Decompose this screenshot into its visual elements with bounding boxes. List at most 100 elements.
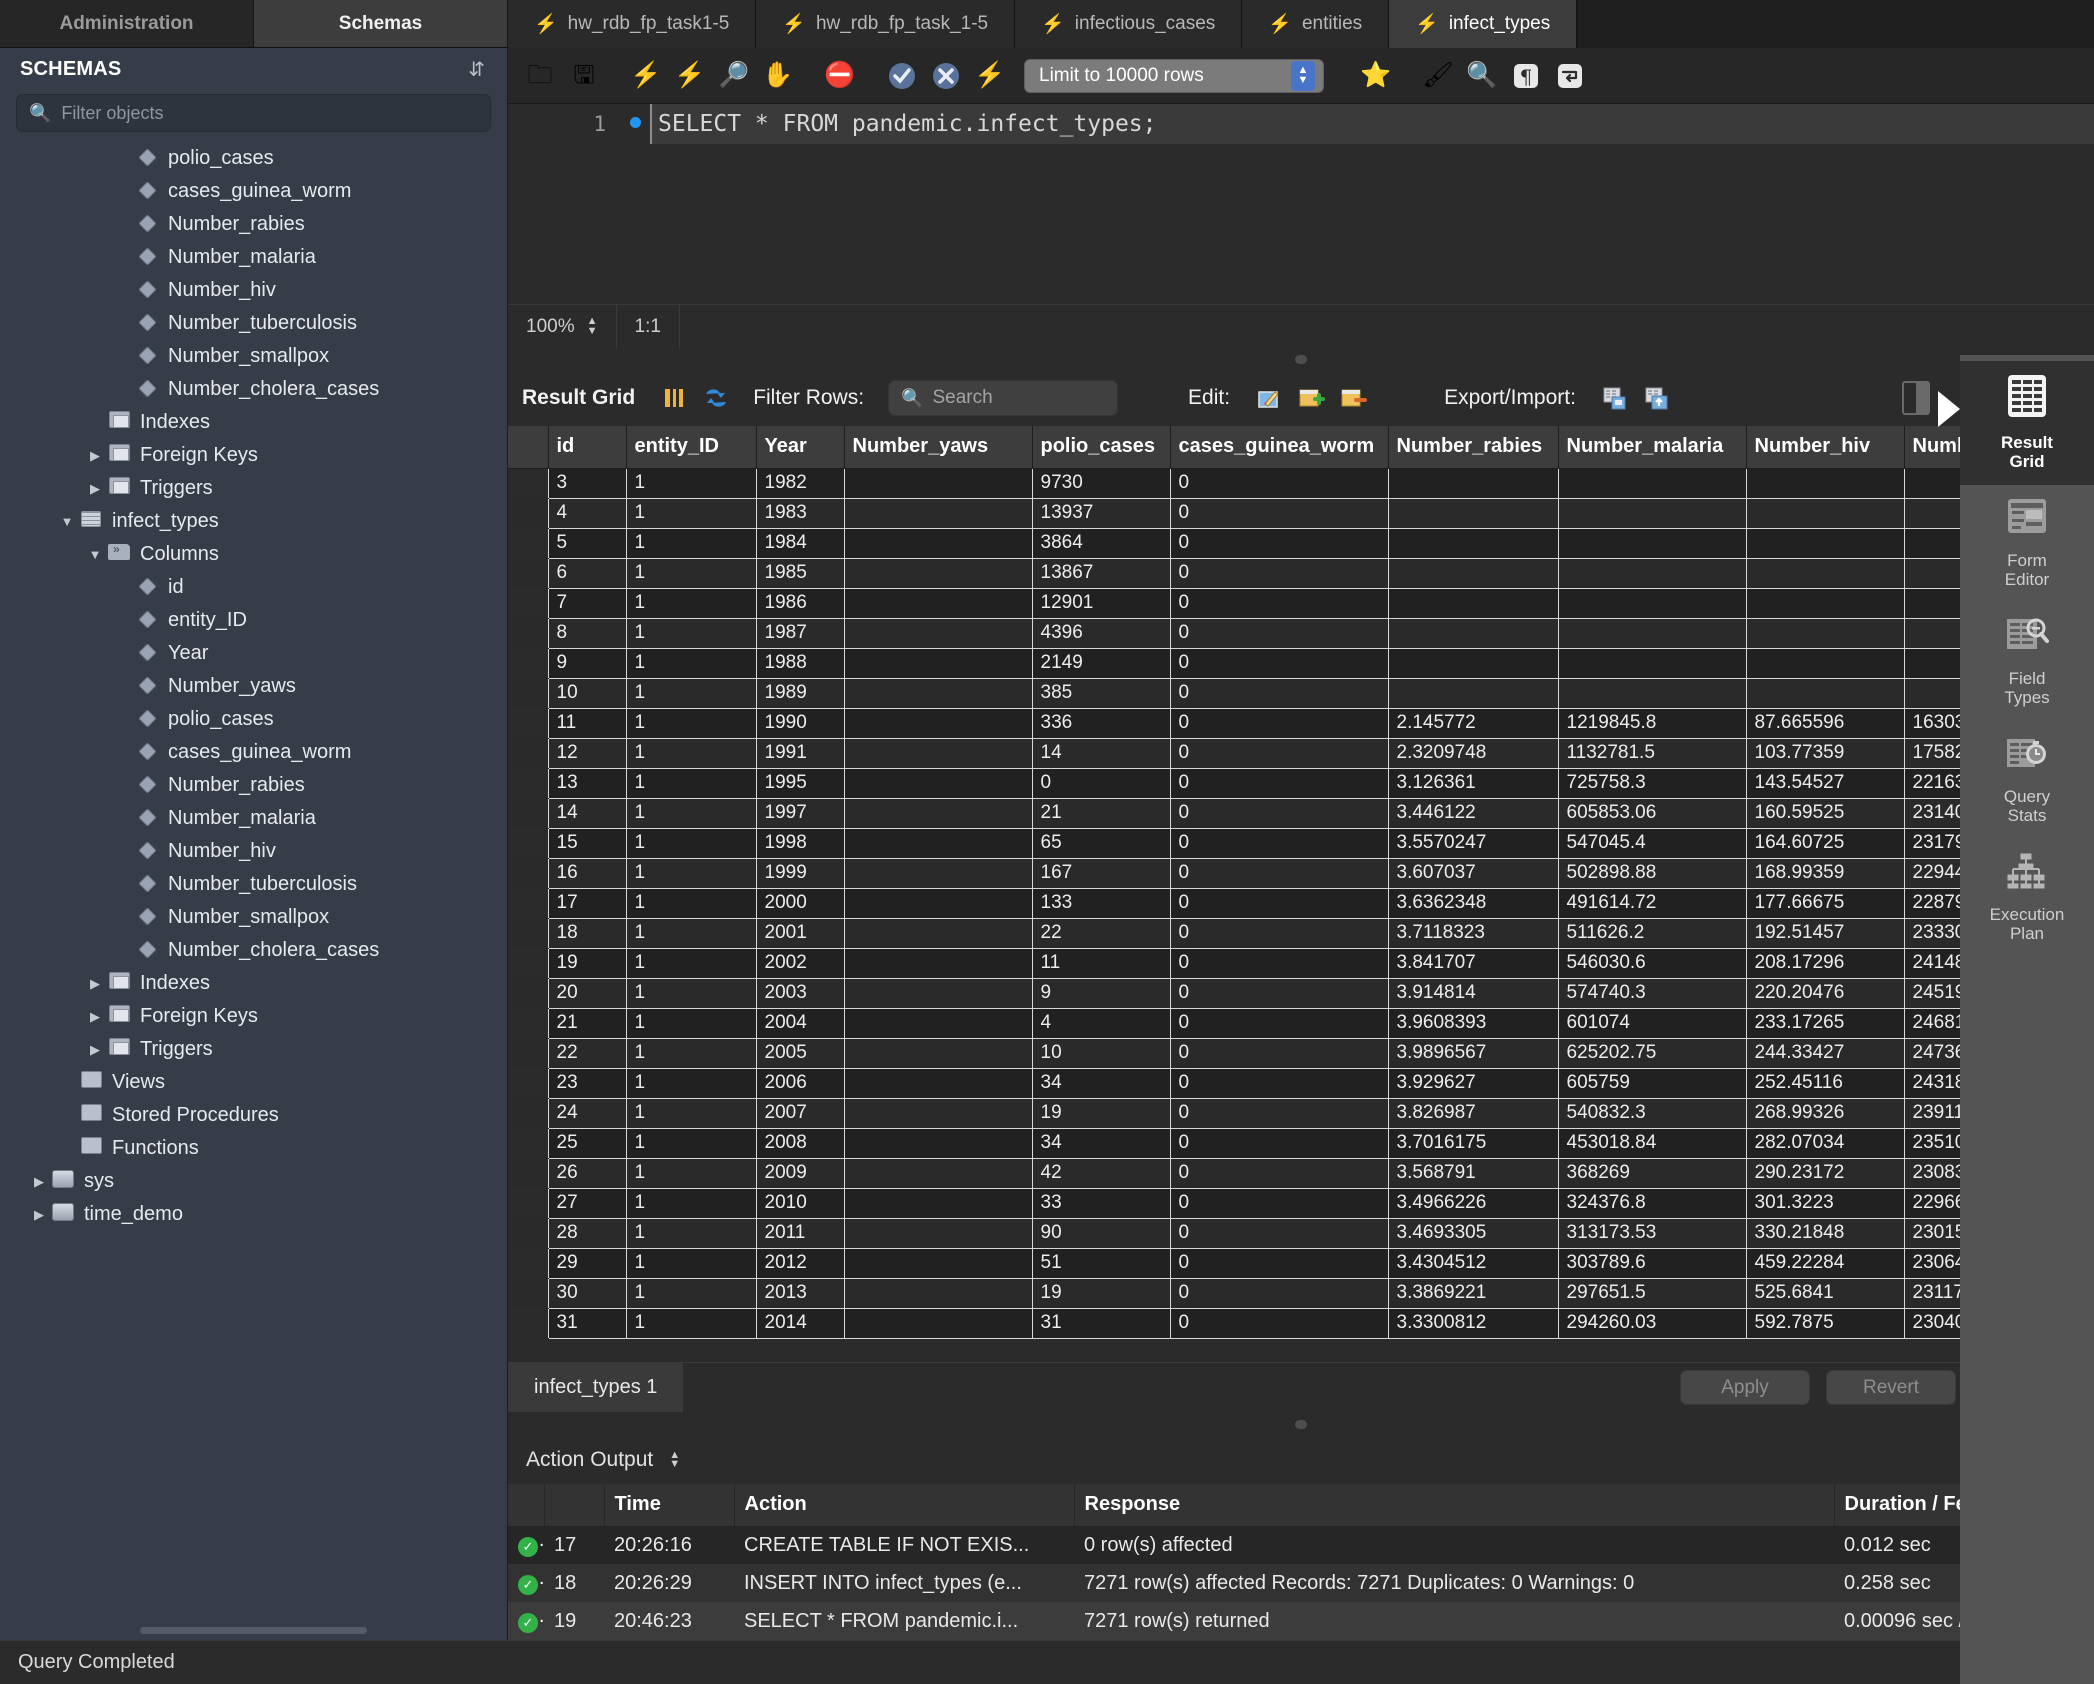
grid-cell[interactable] [1746,558,1904,588]
table-row[interactable]: 161199916703.607037502898.88168.99359229… [508,858,2054,888]
grid-cell[interactable]: 294260.03 [1558,1308,1746,1338]
grid-cell[interactable] [844,1098,1032,1128]
grid-cell[interactable] [844,1308,1032,1338]
row-selector-cell[interactable] [508,888,548,918]
row-selector-cell[interactable] [508,678,548,708]
row-selector-cell[interactable] [508,558,548,588]
grid-cell[interactable]: 1997 [756,798,844,828]
grid-cell[interactable]: 1989 [756,678,844,708]
grid-cell[interactable] [844,1188,1032,1218]
beautify-query-icon[interactable]: 🖌 [1416,54,1460,98]
twisty-icon[interactable]: ▶ [84,1009,106,1025]
grid-cell[interactable]: 2012 [756,1248,844,1278]
grid-cell[interactable]: 0 [1170,978,1388,1008]
grid-cell[interactable] [1558,528,1746,558]
grid-cell[interactable]: 2005 [756,1038,844,1068]
editor-tab-1[interactable]: ⚡ hw_rdb_fp_task_1-5 [756,0,1015,48]
table-row[interactable]: 24120071903.826987540832.3268.9932623911… [508,1098,2054,1128]
table-row[interactable]: 14119972103.446122605853.06160.595252314… [508,798,2054,828]
grid-cell[interactable]: 164.60725 [1746,828,1904,858]
grid-cell[interactable] [844,1158,1032,1188]
grid-cell[interactable]: 1 [626,1308,756,1338]
table-row[interactable]: 81198743960 [508,618,2054,648]
grid-cell[interactable]: 65 [1032,828,1170,858]
grid-cell[interactable]: 2149 [1032,648,1170,678]
grid-cell[interactable]: 22 [548,1038,626,1068]
grid-cell[interactable]: 8 [548,618,626,648]
grid-cell[interactable]: 24148.05 [1904,948,2054,978]
grid-cell[interactable]: 0 [1170,528,1388,558]
row-selector-cell[interactable] [508,1278,548,1308]
grid-cell[interactable]: 0 [1170,888,1388,918]
table-row[interactable]: 711986129010 [508,588,2054,618]
grid-cell[interactable]: 0 [1170,1068,1388,1098]
grid-cell[interactable] [844,1068,1032,1098]
grid-cell[interactable]: 23 [548,1068,626,1098]
tree-item-number-yaws[interactable]: Number_yaws [0,670,507,703]
action-output-filter-stepper-icon[interactable]: ▲▼ [669,1451,680,1470]
grid-cell[interactable]: 0 [1170,738,1388,768]
row-selector-cell[interactable] [508,1158,548,1188]
save-sql-script-icon[interactable]: 🖫 [562,54,606,98]
zoom-stepper-icon[interactable]: ▲▼ [587,317,598,336]
editor-tab-2[interactable]: ⚡ infectious_cases [1015,0,1242,48]
row-selector-cell[interactable] [508,858,548,888]
row-selector-cell[interactable] [508,918,548,948]
grid-cell[interactable]: 1 [626,1158,756,1188]
grid-cell[interactable] [844,1218,1032,1248]
tree-item-foreign-keys[interactable]: ▶Foreign Keys [0,439,507,472]
grid-cell[interactable]: 453018.84 [1558,1128,1746,1158]
grid-cell[interactable] [1388,558,1558,588]
grid-cell[interactable]: 1 [626,588,756,618]
grid-cell[interactable]: 1 [626,948,756,978]
row-limit-select[interactable]: Limit to 10000 rows ▲▼ [1024,59,1324,93]
grid-cell[interactable]: 0 [1170,1248,1388,1278]
grid-cell[interactable]: 23330.46 [1904,918,2054,948]
grid-cell[interactable]: 1 [626,1128,756,1158]
grid-cell[interactable]: 28 [548,1218,626,1248]
grid-cell[interactable]: 23117.854 [1904,1278,2054,1308]
grid-cell[interactable]: 3.929627 [1388,1068,1558,1098]
grid-cell[interactable]: 23140.863 [1904,798,2054,828]
editor-tab-3[interactable]: ⚡ entities [1242,0,1389,48]
row-selector-cell[interactable] [508,588,548,618]
grid-cell[interactable]: 540832.3 [1558,1098,1746,1128]
grid-cell[interactable] [1388,618,1558,648]
grid-cell[interactable]: 491614.72 [1558,888,1746,918]
grid-cell[interactable]: 3.5570247 [1388,828,1558,858]
grid-cell[interactable]: 23015.777 [1904,1218,2054,1248]
grid-cell[interactable]: 21 [1032,798,1170,828]
grid-cell[interactable] [1558,468,1746,498]
grid-cell[interactable]: 30 [548,1278,626,1308]
stop-execution-icon[interactable]: ✋ [756,54,800,98]
column-header-id[interactable]: id [548,426,626,468]
grid-cell[interactable] [1746,498,1904,528]
row-selector-cell[interactable] [508,1308,548,1338]
grid-cell[interactable]: 4 [1032,1008,1170,1038]
grid-cell[interactable]: 1984 [756,528,844,558]
grid-cell[interactable]: 0 [1170,618,1388,648]
refresh-grid-icon[interactable] [695,378,737,418]
tree-item-time-demo[interactable]: ▶time_demo [0,1198,507,1231]
grid-cell[interactable]: 1991 [756,738,844,768]
grid-cell[interactable]: 192.51457 [1746,918,1904,948]
table-row[interactable]: 26120094203.568791368269290.2317223083.8… [508,1158,2054,1188]
column-header-number_hiv[interactable]: Number_hiv [1746,426,1904,468]
grid-cell[interactable] [1388,648,1558,678]
twisty-icon[interactable]: ▼ [56,514,78,529]
grid-cell[interactable]: 0 [1170,1308,1388,1338]
grid-cell[interactable]: 1 [626,798,756,828]
grid-cell[interactable]: 282.07034 [1746,1128,1904,1158]
grid-cell[interactable]: 605759 [1558,1068,1746,1098]
tree-item-indexes[interactable]: Indexes [0,406,507,439]
grid-cell[interactable]: 87.665596 [1746,708,1904,738]
grid-cell[interactable]: 0 [1170,858,1388,888]
column-header-number_yaws[interactable]: Number_yaws [844,426,1032,468]
grid-cell[interactable] [1746,678,1904,708]
edit-row-icon[interactable] [1248,378,1290,418]
grid-cell[interactable]: 4396 [1032,618,1170,648]
twisty-icon[interactable]: ▶ [84,976,106,992]
tree-item-number-rabies[interactable]: Number_rabies [0,769,507,802]
grid-cell[interactable]: 0 [1170,678,1388,708]
row-selector-cell[interactable] [508,1008,548,1038]
